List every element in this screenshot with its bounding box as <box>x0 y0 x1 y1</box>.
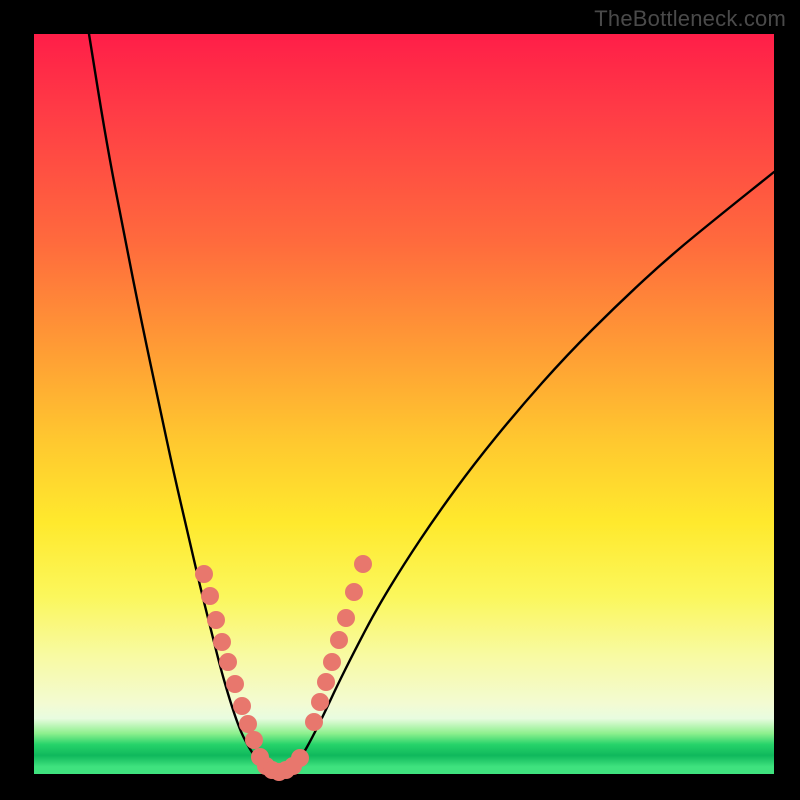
data-marker <box>219 653 237 671</box>
data-marker <box>323 653 341 671</box>
chart-frame: TheBottleneck.com <box>0 0 800 800</box>
data-marker <box>291 749 309 767</box>
markers-valley-cluster <box>251 748 309 781</box>
data-marker <box>311 693 329 711</box>
data-marker <box>233 697 251 715</box>
data-marker <box>330 631 348 649</box>
data-marker <box>213 633 231 651</box>
data-marker <box>337 609 355 627</box>
data-marker <box>195 565 213 583</box>
data-marker <box>354 555 372 573</box>
data-marker <box>207 611 225 629</box>
data-marker <box>226 675 244 693</box>
data-marker <box>317 673 335 691</box>
markers-left-cluster <box>195 565 263 749</box>
markers-right-cluster <box>305 555 372 731</box>
data-marker <box>305 713 323 731</box>
chart-svg <box>34 34 774 774</box>
data-marker <box>245 731 263 749</box>
watermark-text: TheBottleneck.com <box>594 6 786 32</box>
data-marker <box>201 587 219 605</box>
data-marker <box>239 715 257 733</box>
curve-left-branch <box>89 34 265 769</box>
data-marker <box>345 583 363 601</box>
plot-area <box>34 34 774 774</box>
curve-right-branch <box>293 172 774 769</box>
